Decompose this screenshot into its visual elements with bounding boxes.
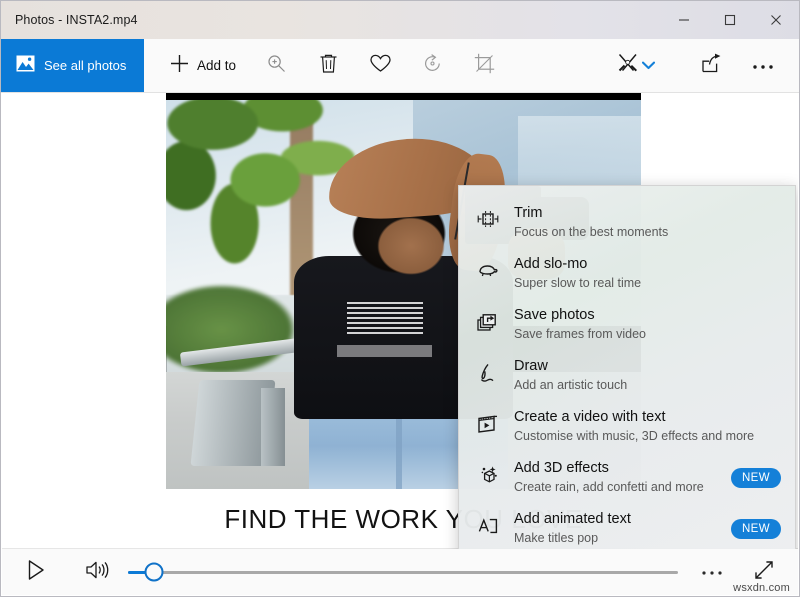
animated-text-icon — [475, 510, 501, 537]
photos-app-window: Photos - INSTA2.mp4 See all photos — [0, 0, 800, 597]
edit-create-button[interactable] — [611, 39, 661, 92]
window-controls — [661, 1, 799, 39]
crop-icon — [474, 53, 495, 79]
menu-item-texts: Add animated text Make titles pop — [514, 510, 710, 547]
seek-track[interactable] — [128, 571, 678, 574]
video-with-text-icon — [475, 408, 501, 435]
chevron-down-icon — [642, 57, 655, 75]
menu-item-title: Add 3D effects — [514, 459, 710, 478]
menu-item-texts: Add 3D effects Create rain, add confetti… — [514, 459, 710, 496]
frame-tshirt-subtext — [337, 345, 432, 357]
menu-item-subtitle: Focus on the best moments — [514, 224, 781, 241]
3d-effects-icon — [475, 459, 501, 488]
menu-item-title: Create a video with text — [514, 408, 781, 427]
heart-icon — [370, 54, 391, 78]
menu-item-subtitle: Add an artistic touch — [514, 377, 781, 394]
menu-item-save-photos[interactable]: Save photos Save frames from video — [459, 299, 795, 350]
picture-icon — [16, 55, 35, 77]
play-button[interactable] — [10, 549, 62, 595]
video-stage: FIND THE WORK YOU LOVE Tri — [2, 93, 798, 549]
trim-icon — [475, 204, 501, 229]
zoom-button[interactable] — [250, 39, 302, 92]
menu-item-title: Save photos — [514, 306, 781, 325]
share-icon — [701, 53, 722, 78]
frame-tshirt-logo — [347, 302, 423, 337]
volume-icon — [85, 559, 111, 586]
menu-item-subtitle: Customise with music, 3D effects and mor… — [514, 428, 781, 445]
plus-icon — [170, 54, 189, 78]
zoom-icon — [267, 54, 286, 78]
menu-item-title: Trim — [514, 204, 781, 223]
menu-item-texts: Trim Focus on the best moments — [514, 204, 781, 241]
menu-item-add-slo-mo[interactable]: Add slo-mo Super slow to real time — [459, 248, 795, 299]
status-badge: NEW — [731, 519, 781, 539]
edit-create-icon — [617, 52, 639, 79]
menu-item-draw[interactable]: Draw Add an artistic touch — [459, 350, 795, 401]
watermark: wsxdn.com — [733, 582, 790, 594]
video-letterbox — [166, 93, 641, 100]
minimize-button[interactable] — [661, 1, 707, 39]
menu-item-texts: Create a video with text Customise with … — [514, 408, 781, 445]
rotate-button[interactable] — [406, 39, 458, 92]
menu-item-subtitle: Make titles pop — [514, 530, 710, 547]
command-bar-icons: Add to — [144, 39, 799, 92]
status-badge: NEW — [731, 468, 781, 488]
more-icon — [701, 563, 723, 581]
play-icon — [26, 559, 46, 586]
menu-item-subtitle: Create rain, add confetti and more — [514, 479, 710, 496]
title-bar: Photos - INSTA2.mp4 — [1, 1, 799, 39]
close-button[interactable] — [753, 1, 799, 39]
favourite-button[interactable] — [354, 39, 406, 92]
menu-item-texts: Draw Add an artistic touch — [514, 357, 781, 394]
draw-pen-icon — [475, 357, 501, 384]
menu-item-add-animated-text[interactable]: Add animated text Make titles pop NEW — [459, 503, 795, 549]
rotate-icon — [422, 53, 443, 79]
menu-item-title: Add slo-mo — [514, 255, 781, 274]
volume-button[interactable] — [72, 549, 124, 595]
delete-button[interactable] — [302, 39, 354, 92]
delete-icon — [319, 53, 338, 79]
menu-item-texts: Save photos Save frames from video — [514, 306, 781, 343]
command-bar: See all photos Add to — [1, 39, 799, 93]
edit-create-menu: Trim Focus on the best moments Add slo-m… — [458, 185, 796, 549]
frame-person-face — [366, 209, 456, 283]
see-all-photos-button[interactable]: See all photos — [1, 39, 144, 92]
window-title: Photos - INSTA2.mp4 — [1, 13, 138, 27]
see-all-photos-label: See all photos — [44, 58, 126, 73]
playback-more-button[interactable] — [686, 549, 738, 595]
add-to-button[interactable]: Add to — [156, 39, 250, 92]
seek-slider[interactable] — [124, 549, 686, 595]
crop-button[interactable] — [458, 39, 510, 92]
menu-item-trim[interactable]: Trim Focus on the best moments — [459, 197, 795, 248]
menu-item-title: Add animated text — [514, 510, 710, 529]
frame-railing-post2 — [261, 388, 285, 466]
save-photos-icon — [475, 306, 501, 333]
share-button[interactable] — [685, 39, 737, 92]
menu-item-create-a-video-with-text[interactable]: Create a video with text Customise with … — [459, 401, 795, 452]
add-to-label: Add to — [197, 58, 236, 73]
menu-item-texts: Add slo-mo Super slow to real time — [514, 255, 781, 292]
menu-item-subtitle: Save frames from video — [514, 326, 781, 343]
seek-thumb[interactable] — [145, 563, 164, 582]
menu-item-title: Draw — [514, 357, 781, 376]
more-icon — [752, 57, 774, 75]
playback-bar: wsxdn.com — [2, 548, 798, 595]
menu-item-subtitle: Super slow to real time — [514, 275, 781, 292]
more-options-button[interactable] — [737, 39, 789, 92]
slomo-turtle-icon — [475, 255, 501, 278]
menu-item-add-3d-effects[interactable]: Add 3D effects Create rain, add confetti… — [459, 452, 795, 503]
maximize-button[interactable] — [707, 1, 753, 39]
